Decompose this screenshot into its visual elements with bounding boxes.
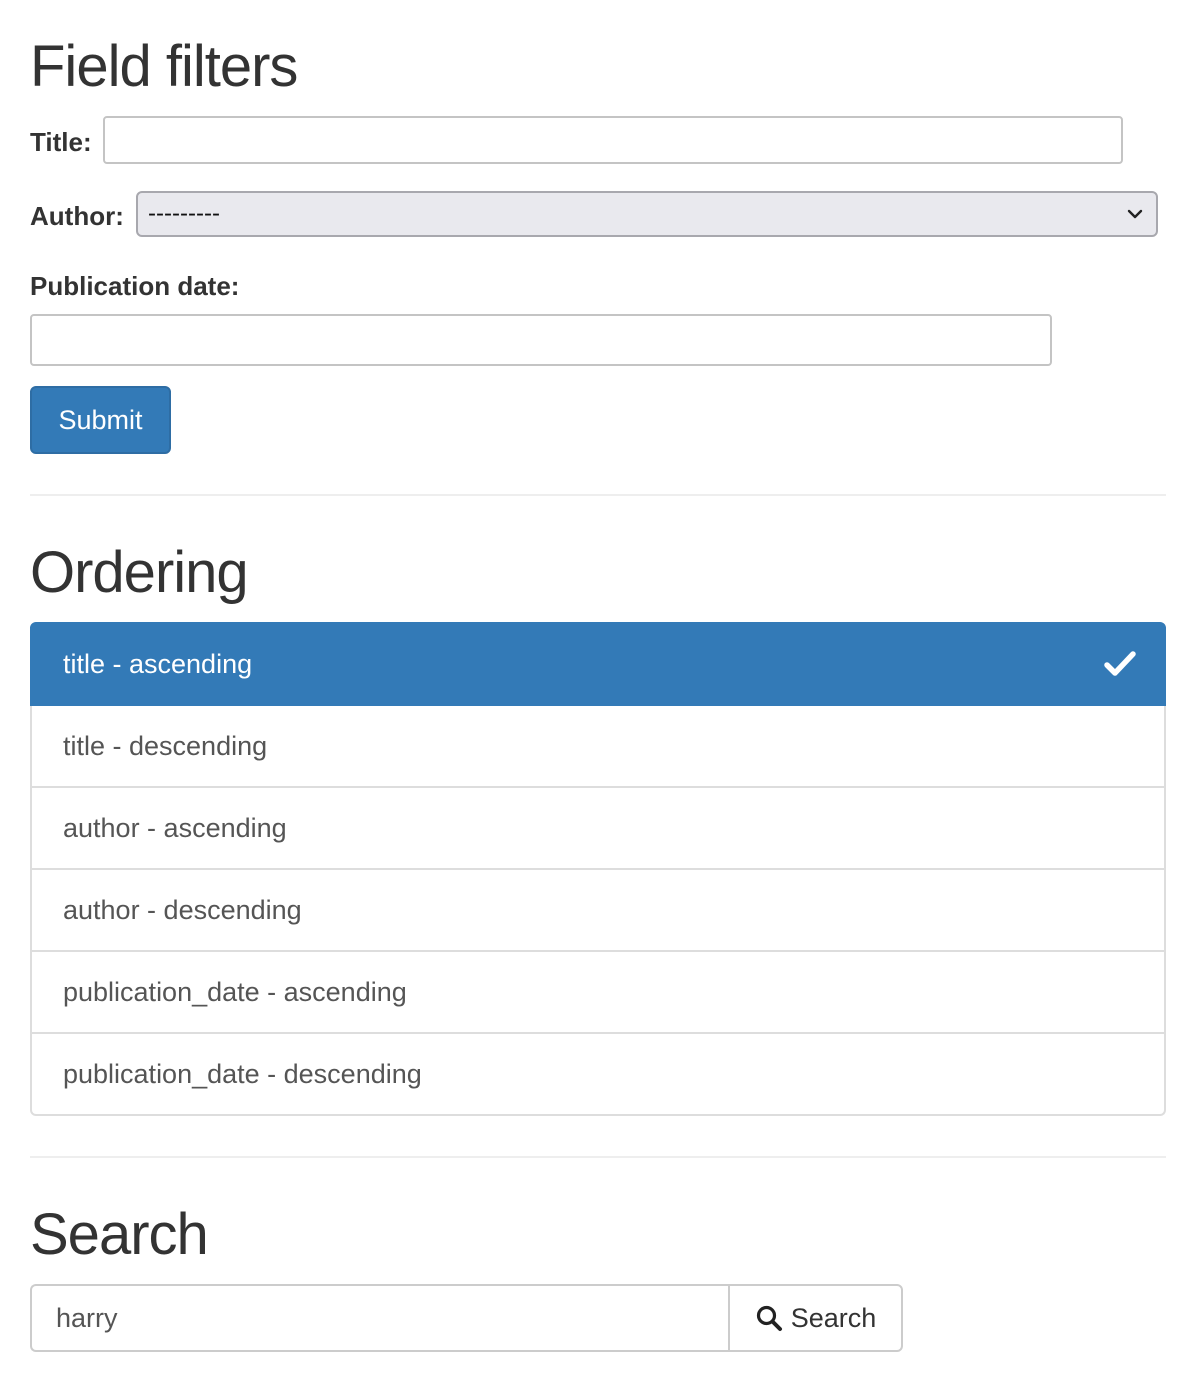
divider [30, 494, 1166, 496]
submit-button[interactable]: Submit [30, 386, 171, 454]
ordering-list: title - ascending title - descending aut… [30, 622, 1166, 1116]
search-icon [756, 1305, 782, 1331]
ordering-item-label: author - descending [63, 894, 302, 925]
ordering-item-label: publication_date - descending [63, 1058, 422, 1089]
search-button[interactable]: Search [728, 1284, 903, 1352]
search-button-label: Search [790, 1302, 877, 1333]
ordering-item-author-ascending[interactable]: author - ascending [30, 788, 1166, 870]
publication-date-input[interactable] [30, 314, 1052, 366]
ordering-item-label: title - ascending [63, 648, 253, 679]
author-select-value: --------- [148, 200, 220, 227]
publication-date-label: Publication date: [30, 271, 240, 301]
ordering-item-publication-date-ascending[interactable]: publication_date - ascending [30, 952, 1166, 1034]
title-input[interactable] [103, 116, 1123, 164]
search-heading: Search [30, 1202, 209, 1267]
chevron-down-icon [1127, 209, 1143, 219]
ordering-item-title-descending[interactable]: title - descending [30, 706, 1166, 788]
ordering-item-title-ascending[interactable]: title - ascending [30, 622, 1166, 706]
ordering-heading: Ordering [30, 540, 249, 605]
checkmark-icon [1104, 651, 1136, 676]
ordering-item-author-descending[interactable]: author - descending [30, 870, 1166, 952]
ordering-item-publication-date-descending[interactable]: publication_date - descending [30, 1034, 1166, 1116]
author-select[interactable]: --------- [136, 191, 1158, 237]
author-label: Author: [30, 201, 124, 231]
title-label: Title: [30, 127, 92, 157]
ordering-item-label: publication_date - ascending [63, 976, 407, 1007]
search-group: Search [30, 1284, 903, 1352]
field-filters-heading: Field filters [30, 34, 298, 99]
divider [30, 1156, 1166, 1158]
search-input[interactable] [30, 1284, 730, 1352]
ordering-item-label: title - descending [63, 730, 268, 761]
ordering-item-label: author - ascending [63, 812, 287, 843]
